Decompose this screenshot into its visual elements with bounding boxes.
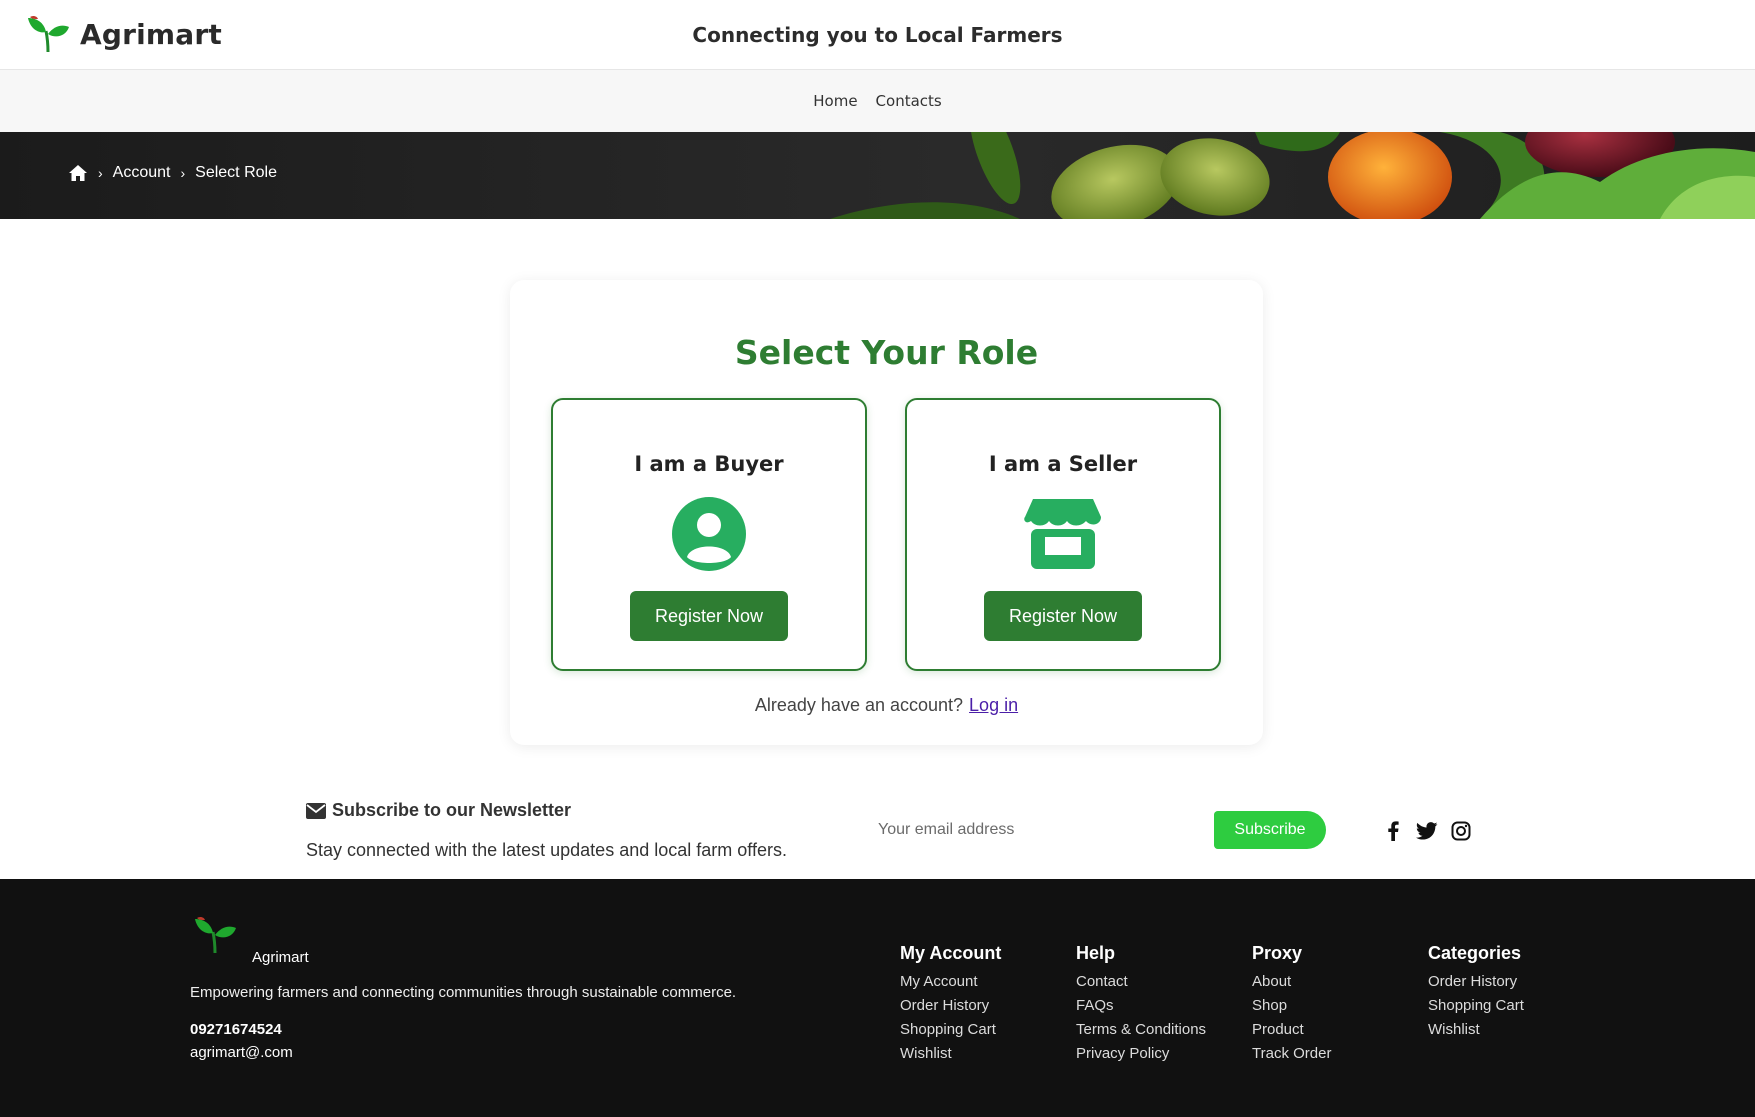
login-prompt-text: Already have an account? xyxy=(754,695,964,715)
breadcrumb-separator: › xyxy=(180,165,186,181)
subscribe-button[interactable]: Subscribe xyxy=(1214,811,1326,849)
sprout-logo-icon xyxy=(195,916,236,954)
buyer-register-button[interactable]: Register Now xyxy=(630,591,788,641)
login-link[interactable]: Log in xyxy=(969,695,1018,715)
top-header: Agrimart Connecting you to Local Farmers xyxy=(0,0,1755,70)
footer-link[interactable]: Order History xyxy=(900,994,1001,1018)
footer-col-categories: Categories Order History Shopping Cart W… xyxy=(1428,943,1524,1042)
seller-role-title: I am a Seller xyxy=(988,452,1138,476)
main-nav: Home Contacts xyxy=(0,70,1755,132)
newsletter-section: Subscribe to our Newsletter Stay connect… xyxy=(0,780,1755,880)
footer-link[interactable]: Terms & Conditions xyxy=(1076,1018,1206,1042)
login-prompt: Already have an account? Log in xyxy=(510,695,1263,716)
footer-col-proxy: Proxy About Shop Product Track Order xyxy=(1252,943,1331,1066)
footer-link[interactable]: Shopping Cart xyxy=(900,1018,1001,1042)
footer-link[interactable]: Wishlist xyxy=(900,1042,1001,1066)
footer-link[interactable]: Privacy Policy xyxy=(1076,1042,1206,1066)
footer-brand: Agrimart xyxy=(252,949,309,966)
user-circle-icon xyxy=(672,497,746,571)
buyer-role-title: I am a Buyer xyxy=(634,452,784,476)
footer-phone: 09271674524 xyxy=(190,1021,282,1038)
envelope-icon xyxy=(306,802,326,819)
home-icon[interactable] xyxy=(68,164,88,182)
seller-role-option[interactable]: I am a Seller Register Now xyxy=(905,398,1221,671)
footer-link[interactable]: Order History xyxy=(1428,970,1524,994)
footer-col-title: My Account xyxy=(900,943,1002,963)
instagram-icon[interactable] xyxy=(1450,820,1472,842)
footer-description: Empowering farmers and connecting commun… xyxy=(190,984,737,1001)
newsletter-subtitle: Stay connected with the latest updates a… xyxy=(306,840,787,860)
breadcrumb-account-link[interactable]: Account xyxy=(113,164,171,182)
footer-link[interactable]: My Account xyxy=(900,970,1001,994)
breadcrumb: › Account › Select Role xyxy=(68,164,277,182)
footer-link[interactable]: Track Order xyxy=(1252,1042,1331,1066)
newsletter-title-text: Subscribe to our Newsletter xyxy=(332,800,572,820)
seller-register-button[interactable]: Register Now xyxy=(984,591,1142,641)
twitter-icon[interactable] xyxy=(1416,820,1438,842)
store-icon xyxy=(1024,499,1101,569)
footer-link[interactable]: FAQs xyxy=(1076,994,1206,1018)
page-title: Select Your Role xyxy=(734,333,1039,372)
footer-col-help: Help Contact FAQs Terms & Conditions Pri… xyxy=(1076,943,1206,1066)
buyer-role-option[interactable]: I am a Buyer Register Now xyxy=(551,398,867,671)
breadcrumb-current: Select Role xyxy=(195,164,277,181)
hero-banner: › Account › Select Role xyxy=(0,132,1755,219)
social-links xyxy=(1382,820,1472,842)
footer-col-title: Proxy xyxy=(1252,943,1303,963)
breadcrumb-separator: › xyxy=(98,165,103,181)
tagline: Connecting you to Local Farmers xyxy=(692,23,1063,47)
email-input[interactable] xyxy=(868,810,1208,850)
footer-link[interactable]: About xyxy=(1252,970,1331,994)
site-footer: Agrimart Empowering farmers and connecti… xyxy=(0,879,1755,1117)
footer-link[interactable]: Contact xyxy=(1076,970,1206,994)
facebook-icon[interactable] xyxy=(1382,820,1404,842)
footer-email[interactable]: agrimart@.com xyxy=(190,1044,293,1061)
nav-contacts-link[interactable]: Contacts xyxy=(876,92,942,110)
footer-link[interactable]: Wishlist xyxy=(1428,1018,1524,1042)
footer-col-title: Categories xyxy=(1428,943,1522,963)
footer-col-title: Help xyxy=(1076,943,1116,963)
select-role-card: Select Your Role I am a Buyer Register N… xyxy=(510,280,1263,745)
footer-link[interactable]: Product xyxy=(1252,1018,1331,1042)
footer-link[interactable]: Shop xyxy=(1252,994,1331,1018)
newsletter-title: Subscribe to our Newsletter xyxy=(306,800,571,821)
nav-home-link[interactable]: Home xyxy=(813,92,857,110)
footer-col-my-account: My Account My Account Order History Shop… xyxy=(900,943,1001,1066)
footer-link[interactable]: Shopping Cart xyxy=(1428,994,1524,1018)
